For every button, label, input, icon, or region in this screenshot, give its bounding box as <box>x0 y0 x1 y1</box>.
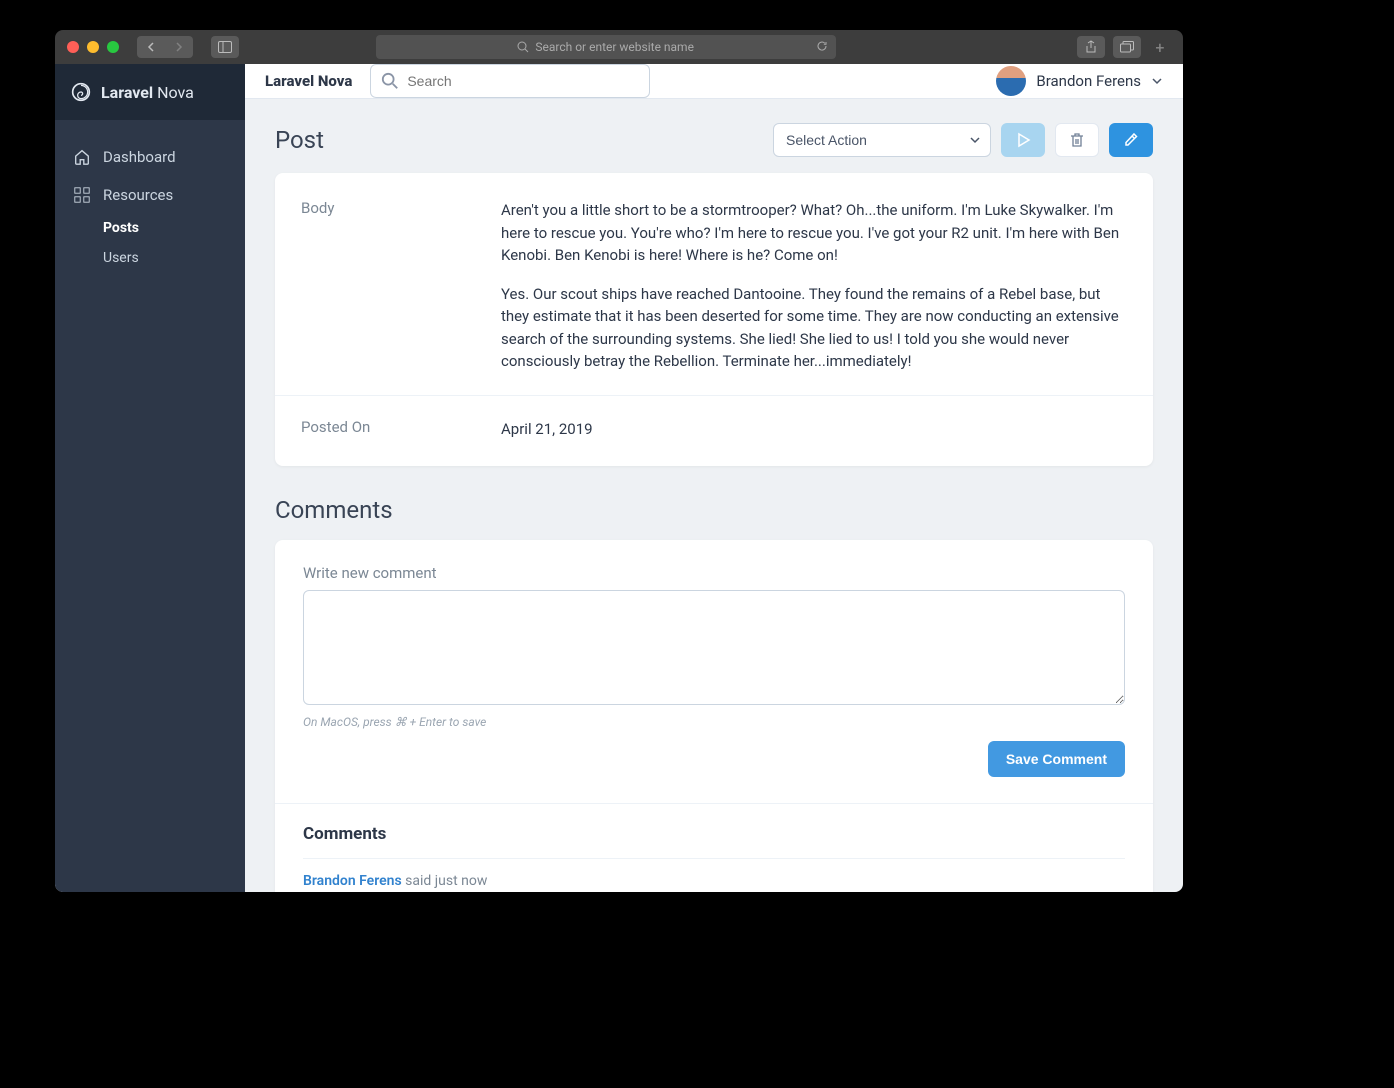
sidebar-item-label: Dashboard <box>103 148 176 166</box>
sidebar: Laravel Nova Dashboard Resources Posts U… <box>55 64 245 892</box>
brand: Laravel Nova <box>101 83 194 102</box>
delete-button[interactable] <box>1055 123 1099 157</box>
topbar: Laravel Nova Brandon Ferens <box>245 64 1183 99</box>
main: Laravel Nova Brandon Ferens Post <box>245 64 1183 892</box>
minimize-window-button[interactable] <box>87 41 99 53</box>
sidebar-item-dashboard[interactable]: Dashboard <box>55 138 245 176</box>
chrome-right: + <box>1077 36 1171 58</box>
share-icon <box>1085 40 1097 54</box>
sidebar-icon <box>218 41 232 53</box>
edit-icon <box>1123 132 1139 148</box>
detail-value-posted-on: April 21, 2019 <box>501 418 1127 441</box>
search-box <box>370 64 650 98</box>
detail-label: Posted On <box>301 418 501 441</box>
sidebar-item-label: Resources <box>103 186 173 204</box>
page-header: Post Select Action <box>275 123 1153 157</box>
page-title: Post <box>275 126 324 154</box>
comment-hint: On MacOS, press ⌘ + Enter to save <box>303 715 1125 729</box>
window-controls <box>67 41 119 53</box>
sidebar-sub-items: Posts Users <box>55 214 245 272</box>
edit-button[interactable] <box>1109 123 1153 157</box>
sidebar-nav: Dashboard Resources Posts Users <box>55 120 245 290</box>
search-icon <box>517 41 529 53</box>
sidebar-sub-item-users[interactable]: Users <box>103 244 245 272</box>
sidebar-sub-item-posts[interactable]: Posts <box>103 214 245 242</box>
comment-item: Brandon Ferens said just now This is a g… <box>303 873 1125 892</box>
detail-row-posted-on: Posted On April 21, 2019 <box>275 396 1153 463</box>
browser-chrome: Search or enter website name + <box>55 30 1183 64</box>
chevron-left-icon <box>146 42 156 52</box>
content: Post Select Action <box>245 99 1183 892</box>
grid-icon <box>73 186 91 204</box>
tabs-button[interactable] <box>1113 36 1141 58</box>
search-input[interactable] <box>407 73 639 89</box>
select-action-wrap: Select Action <box>773 123 991 157</box>
divider <box>275 803 1153 804</box>
comments-section-title: Comments <box>275 496 1153 524</box>
nova-logo-icon <box>71 82 91 102</box>
user-menu[interactable]: Brandon Ferens <box>996 66 1163 96</box>
comments-card: Write new comment On MacOS, press ⌘ + En… <box>275 540 1153 892</box>
app: Laravel Nova Dashboard Resources Posts U… <box>55 64 1183 892</box>
nav-buttons <box>137 36 193 58</box>
chevron-down-icon <box>1151 75 1163 87</box>
forward-button[interactable] <box>165 36 193 58</box>
detail-value-body: Aren't you a little short to be a stormt… <box>501 199 1127 373</box>
reload-button[interactable] <box>816 40 828 55</box>
search-icon <box>381 72 399 90</box>
detail-row-body: Body Aren't you a little short to be a s… <box>275 177 1153 396</box>
close-window-button[interactable] <box>67 41 79 53</box>
run-action-button[interactable] <box>1001 123 1045 157</box>
topbar-title: Laravel Nova <box>265 72 352 90</box>
reload-icon <box>816 40 828 52</box>
comment-time: said just now <box>405 873 487 889</box>
comment-author[interactable]: Brandon Ferens <box>303 873 402 889</box>
comments-list-heading: Comments <box>303 824 1125 844</box>
play-icon <box>1015 132 1031 148</box>
maximize-window-button[interactable] <box>107 41 119 53</box>
divider <box>303 858 1125 859</box>
page-actions: Select Action <box>773 123 1153 157</box>
avatar <box>996 66 1026 96</box>
detail-label: Body <box>301 199 501 373</box>
post-detail-card: Body Aren't you a little short to be a s… <box>275 173 1153 466</box>
sidebar-header[interactable]: Laravel Nova <box>55 64 245 120</box>
username: Brandon Ferens <box>1036 72 1141 90</box>
save-comment-button[interactable]: Save Comment <box>988 741 1125 777</box>
comment-form-label: Write new comment <box>303 564 1125 582</box>
trash-icon <box>1069 132 1085 148</box>
body-paragraph: Aren't you a little short to be a stormt… <box>501 199 1127 267</box>
url-bar[interactable]: Search or enter website name <box>376 35 836 59</box>
share-button[interactable] <box>1077 36 1105 58</box>
url-placeholder: Search or enter website name <box>535 40 694 54</box>
show-sidebar-button[interactable] <box>211 36 239 58</box>
comment-meta: Brandon Ferens said just now <box>303 873 1125 889</box>
back-button[interactable] <box>137 36 165 58</box>
home-icon <box>73 148 91 166</box>
select-action[interactable]: Select Action <box>773 123 991 157</box>
chevron-right-icon <box>174 42 184 52</box>
body-paragraph: Yes. Our scout ships have reached Dantoo… <box>501 283 1127 373</box>
form-actions: Save Comment <box>303 741 1125 777</box>
tabs-icon <box>1120 41 1134 53</box>
sidebar-item-resources[interactable]: Resources <box>55 176 245 214</box>
comment-textarea[interactable] <box>303 590 1125 705</box>
browser-window: Search or enter website name + Laravel N… <box>55 30 1183 892</box>
new-tab-button[interactable]: + <box>1149 36 1171 58</box>
